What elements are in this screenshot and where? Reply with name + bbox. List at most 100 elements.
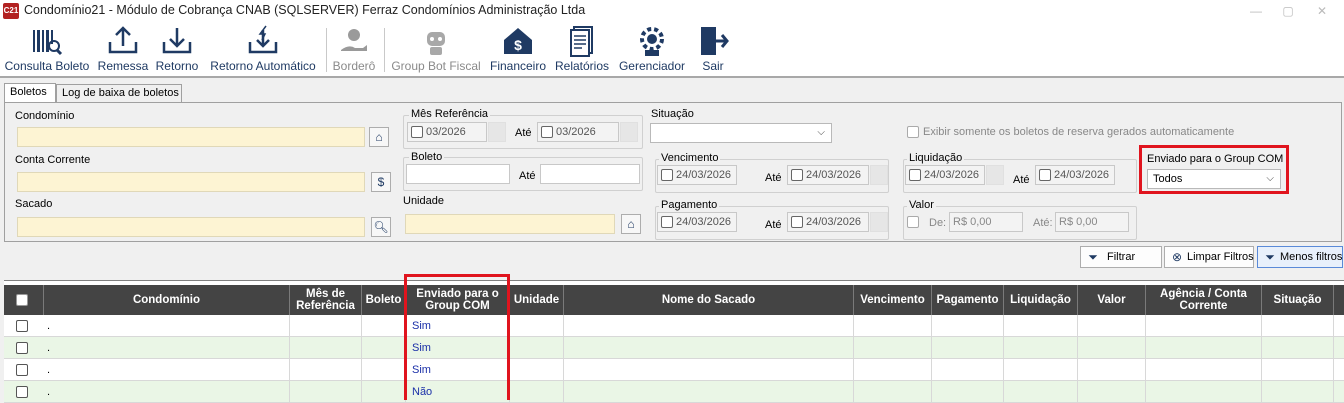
mes-to-picker[interactable]: 03/2026	[537, 122, 638, 142]
relatorios-button[interactable]: Relatórios	[554, 22, 610, 76]
col-situacao[interactable]: Situação	[1262, 285, 1334, 315]
col-nome-sacado[interactable]: Nome do Sacado	[564, 285, 854, 315]
col-mes-referencia[interactable]: Mês de Referência	[290, 285, 362, 315]
cell-condominio: .	[44, 359, 290, 381]
row-checkbox[interactable]	[16, 386, 28, 398]
upload-tray-icon	[108, 26, 138, 54]
col-unidade[interactable]: Unidade	[510, 285, 564, 315]
venc-from-picker[interactable]: 24/03/2026	[657, 165, 737, 185]
highlight-group-com-filter	[1139, 145, 1289, 194]
valor-checkbox[interactable]	[907, 216, 919, 228]
boleto-to-field[interactable]	[540, 164, 640, 184]
filter-icon: ⏷	[1265, 250, 1275, 264]
row-checkbox[interactable]	[16, 364, 28, 376]
situacao-label: Situação	[651, 108, 694, 120]
pag-from-value: 24/03/2026	[676, 216, 732, 228]
group-bot-fiscal-button[interactable]: Group Bot Fiscal	[390, 22, 482, 76]
retorno-automatico-button[interactable]: Retorno Automático	[208, 22, 318, 76]
liq-to-picker[interactable]: 24/03/2026	[1035, 165, 1115, 185]
col-valor[interactable]: Valor	[1078, 285, 1146, 315]
col-agencia-conta[interactable]: Agência / Conta Corrente	[1146, 285, 1262, 315]
sair-button[interactable]: Sair	[696, 22, 730, 76]
house-search-icon: ⌂	[375, 130, 383, 144]
conta-corrente-field[interactable]	[17, 172, 365, 192]
liq-to-checkbox[interactable]	[1039, 169, 1051, 181]
table-row[interactable]: . Sim	[4, 315, 1344, 337]
valor-de-field[interactable]: R$ 0,00	[949, 212, 1023, 232]
row-checkbox[interactable]	[16, 320, 28, 332]
venc-from-checkbox[interactable]	[661, 169, 673, 181]
col-pagamento[interactable]: Pagamento	[932, 285, 1004, 315]
situacao-select[interactable]: ⌵	[650, 123, 832, 143]
boleto-from-field[interactable]	[406, 164, 510, 184]
cell-valor	[1078, 359, 1146, 381]
bordero-label: Borderô	[332, 59, 376, 73]
pag-ate-label: Até	[765, 219, 782, 231]
bordero-button[interactable]: Borderô	[330, 22, 378, 76]
unidade-field[interactable]	[405, 214, 615, 234]
close-icon[interactable]: ✕	[1312, 2, 1332, 20]
condominio-field[interactable]	[17, 127, 365, 147]
cell-valor	[1078, 315, 1146, 337]
magnifier-icon: 🔍︎	[373, 220, 389, 234]
limpar-filtros-button[interactable]: ⊗ Limpar Filtros	[1164, 246, 1254, 268]
mes-to-value: 03/2026	[556, 126, 596, 138]
barcode-search-icon	[33, 30, 63, 56]
col-condominio[interactable]: Condomínio	[44, 285, 290, 315]
valor-ate-field[interactable]: R$ 0,00	[1055, 212, 1129, 232]
tab-boletos[interactable]: Boletos	[4, 83, 56, 103]
mes-to-checkbox[interactable]	[541, 126, 553, 138]
cell-pagamento	[932, 337, 1004, 359]
gerenciador-button[interactable]: Gerenciador	[616, 22, 688, 76]
menos-filtros-button[interactable]: ⏷ Menos filtros	[1257, 246, 1343, 268]
pag-to-picker[interactable]: 24/03/2026	[787, 212, 888, 232]
financeiro-label: Financeiro	[489, 59, 547, 73]
liq-from-checkbox[interactable]	[909, 169, 921, 181]
remessa-label: Remessa	[97, 59, 149, 73]
unidade-lookup-button[interactable]: ⌂	[621, 214, 641, 234]
cell-sacado	[564, 359, 854, 381]
pagamento-label: Pagamento	[659, 199, 720, 211]
venc-to-checkbox[interactable]	[791, 169, 803, 181]
reserva-checkbox[interactable]	[907, 126, 919, 138]
mes-from-checkbox[interactable]	[411, 126, 423, 138]
house-dollar-icon: $	[504, 28, 532, 54]
cell-sacado	[564, 315, 854, 337]
col-liquidacao[interactable]: Liquidação	[1004, 285, 1078, 315]
pag-from-checkbox[interactable]	[661, 216, 673, 228]
sacado-field[interactable]	[17, 217, 365, 237]
liq-from-picker[interactable]: 24/03/2026	[905, 165, 1004, 185]
mes-from-picker[interactable]: 03/2026	[407, 122, 506, 142]
condominio-lookup-button[interactable]: ⌂	[369, 127, 389, 147]
venc-to-picker[interactable]: 24/03/2026	[787, 165, 888, 185]
header-select-all[interactable]	[4, 285, 44, 315]
row-checkbox[interactable]	[16, 342, 28, 354]
highlight-enviado-column	[404, 274, 510, 400]
cell-liquidacao	[1004, 315, 1078, 337]
mes-referencia-label: Mês Referência	[409, 108, 491, 120]
remessa-button[interactable]: Remessa	[96, 22, 150, 76]
svg-text:$: $	[514, 37, 522, 53]
col-vencimento[interactable]: Vencimento	[854, 285, 932, 315]
tab-log-baixa[interactable]: Log de baixa de boletos	[56, 84, 182, 102]
dollar-search-icon: $	[377, 175, 385, 189]
conta-corrente-lookup-button[interactable]: $	[371, 172, 391, 192]
valor-ate-label: Até:	[1033, 217, 1053, 229]
table-row[interactable]: . Sim	[4, 359, 1344, 381]
sacado-lookup-button[interactable]: 🔍︎	[371, 217, 391, 237]
pag-to-checkbox[interactable]	[791, 216, 803, 228]
retorno-button[interactable]: Retorno	[154, 22, 200, 76]
maximize-icon[interactable]: ▢	[1278, 2, 1298, 20]
minimize-icon[interactable]: —	[1246, 2, 1266, 20]
col-boleto[interactable]: Boleto	[362, 285, 406, 315]
filtrar-label: Filtrar	[1107, 251, 1136, 263]
filtrar-button[interactable]: ⏷ Filtrar	[1080, 246, 1162, 268]
select-all-checkbox[interactable]	[16, 294, 28, 306]
consulta-boleto-button[interactable]: Consulta Boleto	[4, 22, 90, 76]
table-row[interactable]: . Sim	[4, 337, 1344, 359]
cell-agencia	[1146, 359, 1262, 381]
pag-from-picker[interactable]: 24/03/2026	[657, 212, 737, 232]
financeiro-button[interactable]: $ Financeiro	[488, 22, 548, 76]
condominio-label: Condomínio	[15, 110, 75, 122]
window-title: Condomínio21 - Módulo de Cobrança CNAB (…	[24, 3, 586, 17]
